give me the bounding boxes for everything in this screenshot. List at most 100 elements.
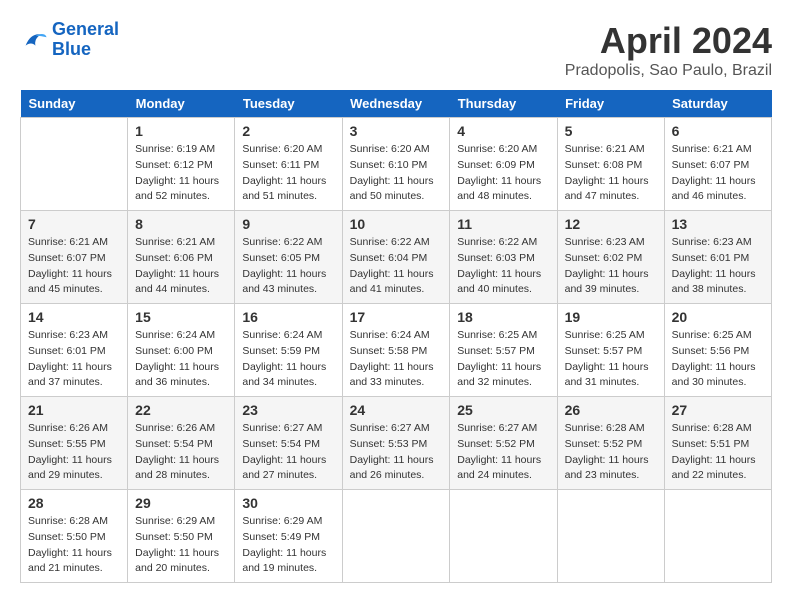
day-number: 13 bbox=[672, 216, 764, 232]
day-number: 12 bbox=[565, 216, 657, 232]
day-number: 11 bbox=[457, 216, 549, 232]
day-info: Sunrise: 6:25 AMSunset: 5:56 PMDaylight:… bbox=[672, 328, 764, 391]
calendar-cell: 15 Sunrise: 6:24 AMSunset: 6:00 PMDayligh… bbox=[128, 304, 235, 397]
calendar-cell: 23 Sunrise: 6:27 AMSunset: 5:54 PMDayligh… bbox=[235, 397, 342, 490]
month-title: April 2024 bbox=[565, 20, 772, 62]
calendar-cell: 26 Sunrise: 6:28 AMSunset: 5:52 PMDayligh… bbox=[557, 397, 664, 490]
calendar-cell bbox=[342, 490, 450, 583]
day-number: 30 bbox=[242, 495, 334, 511]
day-info: Sunrise: 6:22 AMSunset: 6:04 PMDaylight:… bbox=[350, 235, 443, 298]
calendar-cell: 17 Sunrise: 6:24 AMSunset: 5:58 PMDayligh… bbox=[342, 304, 450, 397]
calendar-cell: 8 Sunrise: 6:21 AMSunset: 6:06 PMDaylight… bbox=[128, 211, 235, 304]
calendar-table: SundayMondayTuesdayWednesdayThursdayFrid… bbox=[20, 90, 772, 583]
day-number: 27 bbox=[672, 402, 764, 418]
day-info: Sunrise: 6:28 AMSunset: 5:50 PMDaylight:… bbox=[28, 514, 120, 577]
day-info: Sunrise: 6:27 AMSunset: 5:54 PMDaylight:… bbox=[242, 421, 334, 484]
day-number: 16 bbox=[242, 309, 334, 325]
day-info: Sunrise: 6:21 AMSunset: 6:07 PMDaylight:… bbox=[672, 142, 764, 205]
calendar-header-row: SundayMondayTuesdayWednesdayThursdayFrid… bbox=[21, 90, 772, 118]
calendar-cell: 1Sunrise: 6:19 AMSunset: 6:12 PMDaylight… bbox=[128, 118, 235, 211]
day-info: Sunrise: 6:21 AMSunset: 6:06 PMDaylight:… bbox=[135, 235, 227, 298]
day-number: 29 bbox=[135, 495, 227, 511]
day-number: 24 bbox=[350, 402, 443, 418]
col-header-sunday: Sunday bbox=[21, 90, 128, 118]
day-number: 2 bbox=[242, 123, 334, 139]
calendar-cell: 18Sunrise: 6:25 AMSunset: 5:57 PMDayligh… bbox=[450, 304, 557, 397]
col-header-tuesday: Tuesday bbox=[235, 90, 342, 118]
day-info: Sunrise: 6:24 AMSunset: 6:00 PMDaylight:… bbox=[135, 328, 227, 391]
calendar-cell bbox=[557, 490, 664, 583]
day-number: 26 bbox=[565, 402, 657, 418]
calendar-cell: 7Sunrise: 6:21 AMSunset: 6:07 PMDaylight… bbox=[21, 211, 128, 304]
col-header-saturday: Saturday bbox=[664, 90, 771, 118]
calendar-cell: 12Sunrise: 6:23 AMSunset: 6:02 PMDayligh… bbox=[557, 211, 664, 304]
day-info: Sunrise: 6:28 AMSunset: 5:52 PMDaylight:… bbox=[565, 421, 657, 484]
day-number: 17 bbox=[350, 309, 443, 325]
calendar-cell: 9 Sunrise: 6:22 AMSunset: 6:05 PMDaylight… bbox=[235, 211, 342, 304]
day-info: Sunrise: 6:25 AMSunset: 5:57 PMDaylight:… bbox=[565, 328, 657, 391]
day-number: 1 bbox=[135, 123, 227, 139]
calendar-cell: 13 Sunrise: 6:23 AMSunset: 6:01 PMDayligh… bbox=[664, 211, 771, 304]
day-info: Sunrise: 6:20 AMSunset: 6:10 PMDaylight:… bbox=[350, 142, 443, 205]
calendar-cell bbox=[664, 490, 771, 583]
calendar-week-row: 7Sunrise: 6:21 AMSunset: 6:07 PMDaylight… bbox=[21, 211, 772, 304]
day-info: Sunrise: 6:24 AMSunset: 5:58 PMDaylight:… bbox=[350, 328, 443, 391]
day-number: 3 bbox=[350, 123, 443, 139]
day-info: Sunrise: 6:27 AMSunset: 5:53 PMDaylight:… bbox=[350, 421, 443, 484]
col-header-wednesday: Wednesday bbox=[342, 90, 450, 118]
day-info: Sunrise: 6:29 AMSunset: 5:50 PMDaylight:… bbox=[135, 514, 227, 577]
day-number: 21 bbox=[28, 402, 120, 418]
calendar-week-row: 28 Sunrise: 6:28 AMSunset: 5:50 PMDayligh… bbox=[21, 490, 772, 583]
day-number: 28 bbox=[28, 495, 120, 511]
day-info: Sunrise: 6:20 AMSunset: 6:09 PMDaylight:… bbox=[457, 142, 549, 205]
page-header: General Blue April 2024 Pradopolis, Sao … bbox=[20, 20, 772, 80]
day-info: Sunrise: 6:28 AMSunset: 5:51 PMDaylight:… bbox=[672, 421, 764, 484]
day-info: Sunrise: 6:23 AMSunset: 6:01 PMDaylight:… bbox=[28, 328, 120, 391]
day-number: 23 bbox=[242, 402, 334, 418]
day-info: Sunrise: 6:29 AMSunset: 5:49 PMDaylight:… bbox=[242, 514, 334, 577]
calendar-cell bbox=[450, 490, 557, 583]
day-number: 15 bbox=[135, 309, 227, 325]
calendar-cell: 21 Sunrise: 6:26 AMSunset: 5:55 PMDayligh… bbox=[21, 397, 128, 490]
day-number: 14 bbox=[28, 309, 120, 325]
logo-line1: General bbox=[52, 19, 119, 39]
calendar-week-row: 14 Sunrise: 6:23 AMSunset: 6:01 PMDayligh… bbox=[21, 304, 772, 397]
day-info: Sunrise: 6:27 AMSunset: 5:52 PMDaylight:… bbox=[457, 421, 549, 484]
day-info: Sunrise: 6:22 AMSunset: 6:05 PMDaylight:… bbox=[242, 235, 334, 298]
logo-icon bbox=[20, 26, 48, 54]
day-number: 25 bbox=[457, 402, 549, 418]
calendar-cell: 20 Sunrise: 6:25 AMSunset: 5:56 PMDayligh… bbox=[664, 304, 771, 397]
calendar-week-row: 1Sunrise: 6:19 AMSunset: 6:12 PMDaylight… bbox=[21, 118, 772, 211]
calendar-cell: 29 Sunrise: 6:29 AMSunset: 5:50 PMDayligh… bbox=[128, 490, 235, 583]
calendar-cell: 28 Sunrise: 6:28 AMSunset: 5:50 PMDayligh… bbox=[21, 490, 128, 583]
day-number: 5 bbox=[565, 123, 657, 139]
col-header-monday: Monday bbox=[128, 90, 235, 118]
day-info: Sunrise: 6:23 AMSunset: 6:01 PMDaylight:… bbox=[672, 235, 764, 298]
logo-text: General Blue bbox=[52, 20, 119, 60]
col-header-friday: Friday bbox=[557, 90, 664, 118]
calendar-cell: 25 Sunrise: 6:27 AMSunset: 5:52 PMDayligh… bbox=[450, 397, 557, 490]
day-number: 20 bbox=[672, 309, 764, 325]
day-info: Sunrise: 6:21 AMSunset: 6:08 PMDaylight:… bbox=[565, 142, 657, 205]
day-number: 9 bbox=[242, 216, 334, 232]
calendar-cell: 6Sunrise: 6:21 AMSunset: 6:07 PMDaylight… bbox=[664, 118, 771, 211]
day-info: Sunrise: 6:20 AMSunset: 6:11 PMDaylight:… bbox=[242, 142, 334, 205]
calendar-cell: 11Sunrise: 6:22 AMSunset: 6:03 PMDayligh… bbox=[450, 211, 557, 304]
col-header-thursday: Thursday bbox=[450, 90, 557, 118]
calendar-cell: 27 Sunrise: 6:28 AMSunset: 5:51 PMDayligh… bbox=[664, 397, 771, 490]
day-info: Sunrise: 6:26 AMSunset: 5:55 PMDaylight:… bbox=[28, 421, 120, 484]
calendar-cell: 19Sunrise: 6:25 AMSunset: 5:57 PMDayligh… bbox=[557, 304, 664, 397]
day-number: 8 bbox=[135, 216, 227, 232]
calendar-cell: 5 Sunrise: 6:21 AMSunset: 6:08 PMDaylight… bbox=[557, 118, 664, 211]
day-info: Sunrise: 6:21 AMSunset: 6:07 PMDaylight:… bbox=[28, 235, 120, 298]
calendar-cell bbox=[21, 118, 128, 211]
day-number: 4 bbox=[457, 123, 549, 139]
calendar-cell: 2 Sunrise: 6:20 AMSunset: 6:11 PMDaylight… bbox=[235, 118, 342, 211]
day-number: 10 bbox=[350, 216, 443, 232]
calendar-cell: 22Sunrise: 6:26 AMSunset: 5:54 PMDayligh… bbox=[128, 397, 235, 490]
calendar-week-row: 21 Sunrise: 6:26 AMSunset: 5:55 PMDayligh… bbox=[21, 397, 772, 490]
calendar-cell: 24 Sunrise: 6:27 AMSunset: 5:53 PMDayligh… bbox=[342, 397, 450, 490]
calendar-cell: 30 Sunrise: 6:29 AMSunset: 5:49 PMDayligh… bbox=[235, 490, 342, 583]
logo: General Blue bbox=[20, 20, 119, 60]
day-number: 18 bbox=[457, 309, 549, 325]
